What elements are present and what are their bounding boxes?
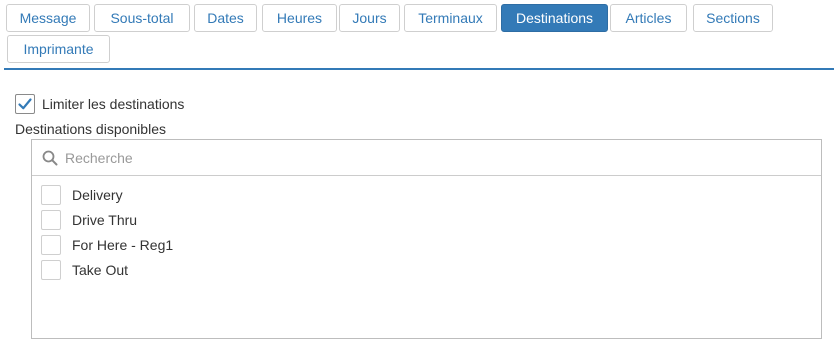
- destinations-list: Delivery Drive Thru For Here - Reg1 Take…: [41, 184, 173, 284]
- tab-dates[interactable]: Dates: [194, 4, 257, 32]
- tab-terminaux[interactable]: Terminaux: [404, 4, 497, 32]
- tab-destinations[interactable]: Destinations: [501, 4, 608, 32]
- tab-sections[interactable]: Sections: [693, 4, 773, 32]
- destination-label: Delivery: [72, 187, 123, 203]
- destination-checkbox[interactable]: [41, 210, 61, 230]
- tab-divider: [4, 68, 834, 70]
- destination-checkbox[interactable]: [41, 260, 61, 280]
- checkmark-icon: [18, 98, 32, 110]
- tab-imprimante[interactable]: Imprimante: [7, 35, 110, 63]
- tab-articles[interactable]: Articles: [610, 4, 687, 32]
- list-item[interactable]: For Here - Reg1: [41, 234, 173, 256]
- list-item[interactable]: Drive Thru: [41, 209, 173, 231]
- search-input[interactable]: [65, 146, 805, 170]
- tab-heures[interactable]: Heures: [262, 4, 337, 32]
- limit-destinations-checkbox[interactable]: [15, 94, 35, 114]
- available-destinations-label: Destinations disponibles: [15, 121, 166, 137]
- limit-destinations-row[interactable]: Limiter les destinations: [15, 93, 184, 115]
- tab-jours[interactable]: Jours: [339, 4, 400, 32]
- destination-checkbox[interactable]: [41, 185, 61, 205]
- limit-destinations-label[interactable]: Limiter les destinations: [42, 96, 184, 112]
- list-item[interactable]: Take Out: [41, 259, 173, 281]
- search-bar: [32, 140, 821, 176]
- search-icon: [42, 150, 58, 166]
- destinations-list-box: Delivery Drive Thru For Here - Reg1 Take…: [31, 139, 822, 339]
- tab-message[interactable]: Message: [6, 4, 90, 32]
- destination-checkbox[interactable]: [41, 235, 61, 255]
- destination-label: Drive Thru: [72, 212, 138, 228]
- tab-sous-total[interactable]: Sous-total: [94, 4, 190, 32]
- list-item[interactable]: Delivery: [41, 184, 173, 206]
- destination-label: Take Out: [72, 262, 129, 278]
- destination-label: For Here - Reg1: [72, 237, 174, 253]
